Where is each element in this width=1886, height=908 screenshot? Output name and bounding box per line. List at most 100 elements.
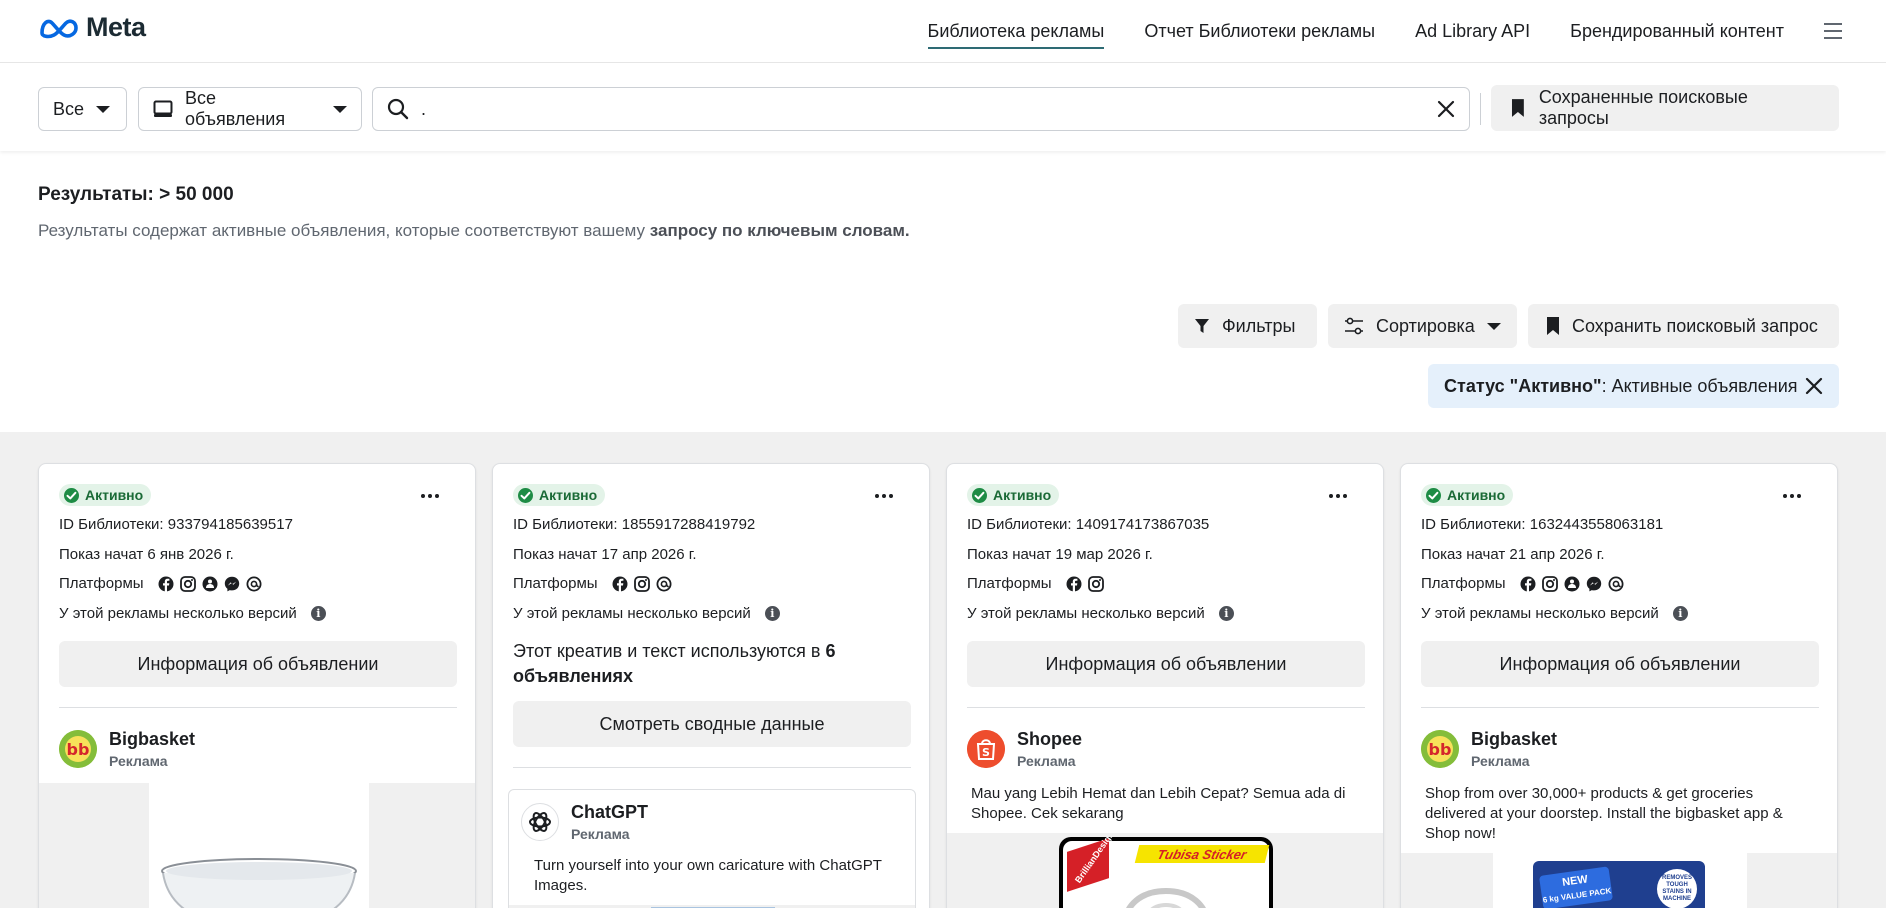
search-input[interactable] — [421, 98, 1437, 120]
sponsored-label: Реклама — [1471, 753, 1530, 769]
info-icon[interactable]: i — [1218, 606, 1234, 621]
main-nav: Библиотека рекламы Отчет Библиотеки рекл… — [927, 0, 1842, 62]
clear-icon[interactable] — [1437, 100, 1455, 118]
check-icon — [1426, 487, 1441, 503]
toolbar-divider — [1480, 93, 1481, 125]
sticker-brand-banner: Tubisa Sticker — [1134, 845, 1270, 863]
check-icon — [972, 487, 987, 503]
nav-ad-library[interactable]: Библиотека рекламы — [927, 0, 1104, 62]
avatar[interactable]: bb — [59, 730, 97, 768]
creative-media[interactable]: BrillianDesign.co Tubisa Sticker — [947, 833, 1383, 908]
results-count: Результаты: > 50 000 — [38, 184, 234, 205]
sort-button[interactable]: Сортировка — [1328, 304, 1517, 348]
start-date: Показ начат 17 апр 2026 г. — [513, 546, 697, 563]
platforms-label: Платформы — [967, 575, 1052, 592]
saved-searches-button[interactable]: Сохраненные поисковые запросы — [1491, 85, 1839, 131]
versions-note: У этой рекламы несколько версий i — [1421, 605, 1688, 622]
ad-body-text: Mau yang Lebih Hemat dan Lebih Cepat? Se… — [971, 785, 1346, 822]
status-badge: Активно — [1421, 484, 1514, 506]
versions-note: У этой рекламы несколько версий i — [59, 605, 326, 622]
platforms-row: Платформы — [967, 575, 1104, 592]
country-dropdown[interactable]: Все — [38, 87, 127, 131]
card-divider — [967, 707, 1365, 708]
save-search-label: Сохранить поисковый запрос — [1572, 315, 1818, 336]
ad-card: Активно ID Библиотеки: 1855917288419792 … — [492, 463, 930, 908]
info-icon[interactable]: i — [310, 606, 326, 621]
more-options-icon[interactable] — [1329, 494, 1347, 498]
search-box — [372, 87, 1470, 131]
shopee-logo-icon: S — [967, 730, 1005, 768]
monitor-icon — [153, 100, 173, 117]
ad-details-button[interactable]: Информация об объявлении — [967, 641, 1365, 687]
facebook-icon — [612, 576, 628, 592]
advertiser-row: ChatGPT Реклама — [521, 802, 648, 842]
chevron-down-icon — [1486, 322, 1501, 330]
bigbasket-logo-icon: bb — [1421, 730, 1459, 768]
avatar[interactable] — [521, 803, 559, 841]
status-badge-label: Активно — [85, 487, 144, 503]
status-badge-label: Активно — [1447, 487, 1506, 503]
start-date: Показ начат 19 мар 2026 г. — [967, 546, 1153, 563]
results-desc-text: Результаты содержат активные объявления,… — [38, 221, 650, 240]
results-description: Результаты содержат активные объявления,… — [38, 221, 910, 241]
versions-note: У этой рекламы несколько версий i — [967, 605, 1234, 622]
avatar[interactable]: S — [967, 730, 1005, 768]
sponsored-label: Реклама — [1017, 753, 1076, 769]
nav-ad-library-api[interactable]: Ad Library API — [1415, 0, 1530, 62]
status-chip-bold: Статус "Активно" — [1444, 375, 1602, 396]
search-toolbar: Все Все объявления Сохраненные поисковые… — [0, 63, 1886, 151]
nav-branded-content[interactable]: Брендированный контент — [1570, 0, 1784, 62]
creative-image — [149, 783, 369, 908]
info-icon[interactable]: i — [1672, 606, 1688, 621]
svg-text:S: S — [982, 746, 990, 759]
pack-badge-bottom: 6 kg VALUE PACK — [1542, 886, 1612, 905]
more-options-icon[interactable] — [421, 494, 439, 498]
glass-bowl-image — [161, 858, 357, 908]
search-icon — [387, 98, 409, 120]
audience-network-icon — [1564, 576, 1580, 591]
info-icon[interactable]: i — [764, 606, 780, 621]
status-chip-rest: : Активные объявления — [1601, 375, 1798, 396]
advertiser-name[interactable]: Bigbasket — [109, 729, 195, 750]
saved-searches-label: Сохраненные поисковые запросы — [1538, 87, 1748, 128]
creative-media[interactable]: NEW 6 kg VALUE PACK REMOVES TOUGH STAINS … — [1401, 853, 1837, 908]
meta-logo[interactable]: Meta — [38, 12, 146, 43]
instagram-icon — [1541, 575, 1558, 592]
threads-icon — [1608, 576, 1624, 591]
versions-label: У этой рекламы несколько версий — [967, 605, 1205, 622]
creative-media[interactable] — [39, 783, 475, 908]
view-summary-button[interactable]: Смотреть сводные данные — [513, 701, 911, 747]
svg-text:bb: bb — [1429, 740, 1452, 759]
advertiser-name[interactable]: ChatGPT — [571, 802, 648, 823]
ad-body-text: Shop from over 30,000+ products & get gr… — [1425, 785, 1783, 842]
close-icon[interactable] — [1805, 377, 1823, 395]
filters-button[interactable]: Фильтры — [1178, 304, 1317, 348]
messenger-icon — [1586, 576, 1601, 591]
save-search-button[interactable]: Сохранить поисковый запрос — [1528, 304, 1839, 348]
more-options-icon[interactable] — [1783, 494, 1801, 498]
menu-icon[interactable] — [1824, 23, 1842, 39]
nav-ad-library-report[interactable]: Отчет Библиотеки рекламы — [1144, 0, 1375, 62]
pack-badge-top: NEW — [1561, 873, 1589, 889]
svg-text:bb: bb — [67, 740, 90, 759]
advertiser-name[interactable]: Bigbasket — [1471, 729, 1557, 750]
advertiser-name[interactable]: Shopee — [1017, 729, 1082, 750]
pack-seal: REMOVES TOUGH STAINS IN MACHINE — [1657, 869, 1697, 908]
ad-details-button[interactable]: Информация об объявлении — [59, 641, 457, 687]
start-date: Показ начат 21 апр 2026 г. — [1421, 546, 1605, 563]
versions-note: У этой рекламы несколько версий i — [513, 605, 780, 622]
library-id: ID Библиотеки: 1632443558063181 — [1421, 516, 1664, 533]
creative-image: BrillianDesign.co Tubisa Sticker — [1059, 837, 1273, 908]
avatar[interactable]: bb — [1421, 730, 1459, 768]
check-icon — [518, 487, 533, 503]
ad-body-text: Turn yourself into your own caricature w… — [534, 857, 882, 894]
status-badge: Активно — [967, 484, 1060, 506]
platforms-row: Платформы — [1421, 575, 1624, 592]
advertiser-row: bb Bigbasket Реклама — [1421, 729, 1557, 769]
ad-details-button[interactable]: Информация об объявлении — [1421, 641, 1819, 687]
ad-preview-card: ChatGPT Реклама Turn yourself into your … — [508, 789, 916, 908]
start-date: Показ начат 6 янв 2026 г. — [59, 546, 234, 563]
ad-category-dropdown[interactable]: Все объявления — [138, 87, 362, 131]
versions-label: У этой рекламы несколько версий — [1421, 605, 1659, 622]
more-options-icon[interactable] — [875, 494, 893, 498]
